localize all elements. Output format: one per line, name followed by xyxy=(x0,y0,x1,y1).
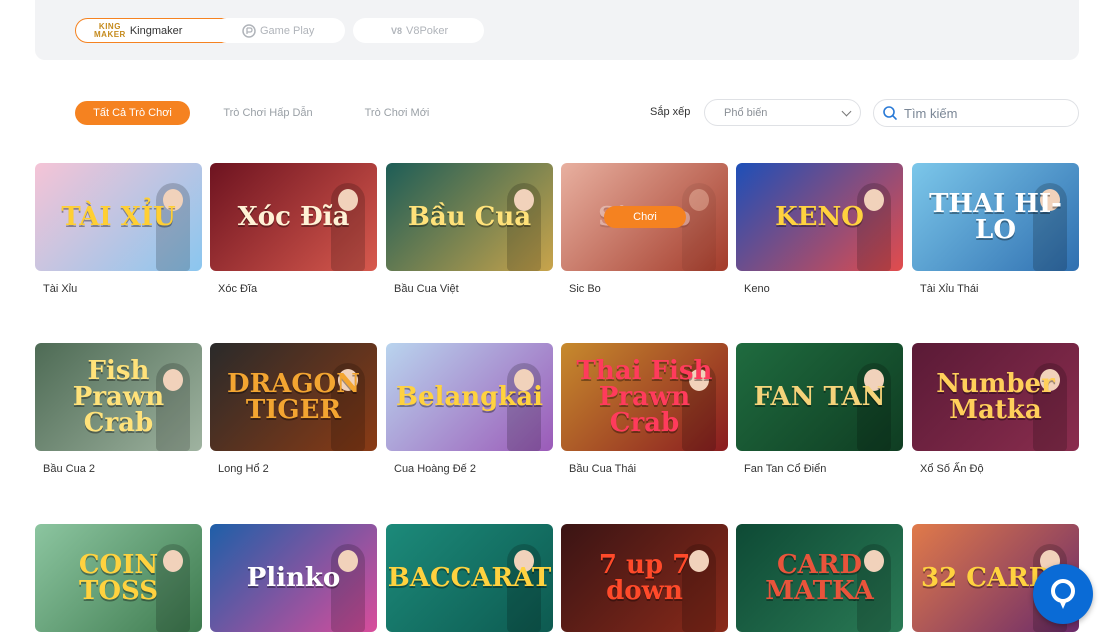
game-name: Xóc Đĩa xyxy=(218,283,258,295)
game-thumbnail[interactable]: Number Matka xyxy=(912,343,1079,451)
game-thumbnail[interactable]: TÀI XỈU xyxy=(35,163,202,271)
game-name: Bầu Cua 2 xyxy=(43,463,95,475)
search-box xyxy=(873,99,1079,127)
game-name: Tài Xỉu xyxy=(43,283,78,295)
game-thumbnail[interactable]: CARD MATKA xyxy=(736,524,903,632)
search-input[interactable] xyxy=(904,105,1064,121)
game-name: Tài Xỉu Thái xyxy=(920,283,979,295)
game-thumbnail[interactable]: Plinko xyxy=(210,524,377,632)
game-name: Fan Tan Cổ Điển xyxy=(744,463,827,475)
provider-label: Kingmaker xyxy=(129,24,183,37)
game-logo-art: DRAGON TIGER xyxy=(227,369,360,425)
game-logo-art: CARD MATKA xyxy=(765,550,874,606)
game-thumbnail[interactable]: Xóc Đĩa xyxy=(210,163,377,271)
v8poker-logo-icon: V8 xyxy=(391,25,403,36)
game-thumbnail[interactable]: Fish Prawn Crab xyxy=(35,343,202,451)
game-card[interactable]: Belangkai Cua Hoàng Đế 2 xyxy=(386,343,553,475)
game-card[interactable]: TÀI XỈU Tài Xỉu xyxy=(35,163,202,295)
game-card[interactable]: COIN TOSS xyxy=(35,524,202,644)
game-thumbnail[interactable]: Thai Fish Prawn Crab xyxy=(561,343,728,451)
game-logo-art: Bầu Cua xyxy=(407,202,532,232)
game-logo-art: Plinko xyxy=(246,563,341,593)
chevron-down-icon xyxy=(841,106,852,117)
game-name: Bầu Cua Thái xyxy=(569,463,637,475)
game-card[interactable]: Sic BoChơi Sic Bo xyxy=(561,163,728,295)
search-icon xyxy=(883,106,897,120)
game-thumbnail[interactable]: FAN TAN xyxy=(736,343,903,451)
game-logo-art: Belangkai xyxy=(395,382,544,412)
gameplay-logo-icon xyxy=(242,23,256,38)
game-card[interactable]: BACCARAT xyxy=(386,524,553,644)
game-name: Xổ Số Ấn Độ xyxy=(920,463,984,475)
game-logo-art: Xóc Đĩa xyxy=(237,202,350,232)
game-thumbnail[interactable]: BACCARAT xyxy=(386,524,553,632)
tab-all-games[interactable]: Tất Cả Trò Chơi xyxy=(75,101,190,125)
game-logo-art: BACCARAT xyxy=(387,563,552,593)
game-logo-art: Thai Fish Prawn Crab xyxy=(576,356,713,438)
game-thumbnail[interactable]: COIN TOSS xyxy=(35,524,202,632)
game-card[interactable]: Thai Fish Prawn Crab Bầu Cua Thái xyxy=(561,343,728,475)
game-thumbnail[interactable]: 7 up 7 down xyxy=(561,524,728,632)
provider-label: Game Play xyxy=(260,24,315,37)
tab-new-games[interactable]: Trò Chơi Mới xyxy=(352,101,442,125)
game-logo-art: TÀI XỈU xyxy=(61,202,176,232)
provider-label: V8Poker xyxy=(406,24,449,37)
game-logo-art: FAN TAN xyxy=(753,382,886,412)
game-name: Cua Hoàng Đế 2 xyxy=(394,463,476,475)
chat-widget-button[interactable] xyxy=(1033,564,1093,624)
game-card[interactable]: Plinko xyxy=(210,524,377,644)
provider-bar: KING MAKER Kingmaker Game Play V8 V8Poker xyxy=(35,0,1079,60)
game-card[interactable]: Fish Prawn Crab Bầu Cua 2 xyxy=(35,343,202,475)
kingmaker-logo-icon: KING MAKER xyxy=(94,21,126,39)
game-card[interactable]: Bầu Cua Bầu Cua Việt xyxy=(386,163,553,295)
game-logo-art: THAI HI-LO xyxy=(929,189,1062,245)
game-logo-art: KENO xyxy=(775,202,864,232)
game-thumbnail[interactable]: THAI HI-LO xyxy=(912,163,1079,271)
chat-icon xyxy=(1051,579,1075,609)
sort-selected-value: Phổ biến xyxy=(724,106,768,119)
game-card[interactable]: CARD MATKA xyxy=(736,524,903,644)
provider-v8poker[interactable]: V8 V8Poker xyxy=(353,18,484,43)
game-card[interactable]: THAI HI-LO Tài Xỉu Thái xyxy=(912,163,1079,295)
game-name: Keno xyxy=(744,283,770,295)
game-thumbnail[interactable]: DRAGON TIGER xyxy=(210,343,377,451)
play-button[interactable]: Chơi xyxy=(604,206,686,228)
game-name: Sic Bo xyxy=(569,283,601,295)
game-logo-art: Number Matka xyxy=(936,369,1055,425)
sort-label: Sắp xếp xyxy=(650,106,691,118)
game-card[interactable]: FAN TAN Fan Tan Cổ Điển xyxy=(736,343,903,475)
game-logo-art: COIN TOSS xyxy=(78,550,159,606)
game-card[interactable]: Number Matka Xổ Số Ấn Độ xyxy=(912,343,1079,475)
game-card[interactable]: 7 up 7 down xyxy=(561,524,728,644)
game-thumbnail[interactable]: Belangkai xyxy=(386,343,553,451)
game-logo-art: 7 up 7 down xyxy=(598,550,691,606)
game-thumbnail[interactable]: Bầu Cua xyxy=(386,163,553,271)
game-name: Bầu Cua Việt xyxy=(394,283,459,295)
game-name: Long Hổ 2 xyxy=(218,463,269,475)
sort-select[interactable]: Phổ biến xyxy=(704,99,861,126)
game-card[interactable]: KENO Keno xyxy=(736,163,903,295)
game-logo-art: Fish Prawn Crab xyxy=(72,356,165,438)
tab-featured-games[interactable]: Trò Chơi Hấp Dẫn xyxy=(212,101,324,125)
filter-row: Tất Cả Trò Chơi Trò Chơi Hấp Dẫn Trò Chơ… xyxy=(0,99,1112,129)
game-card[interactable]: DRAGON TIGER Long Hổ 2 xyxy=(210,343,377,475)
provider-gameplay[interactable]: Game Play xyxy=(214,18,345,43)
game-thumbnail[interactable]: Sic BoChơi xyxy=(561,163,728,271)
game-card[interactable]: Xóc Đĩa Xóc Đĩa xyxy=(210,163,377,295)
game-thumbnail[interactable]: KENO xyxy=(736,163,903,271)
